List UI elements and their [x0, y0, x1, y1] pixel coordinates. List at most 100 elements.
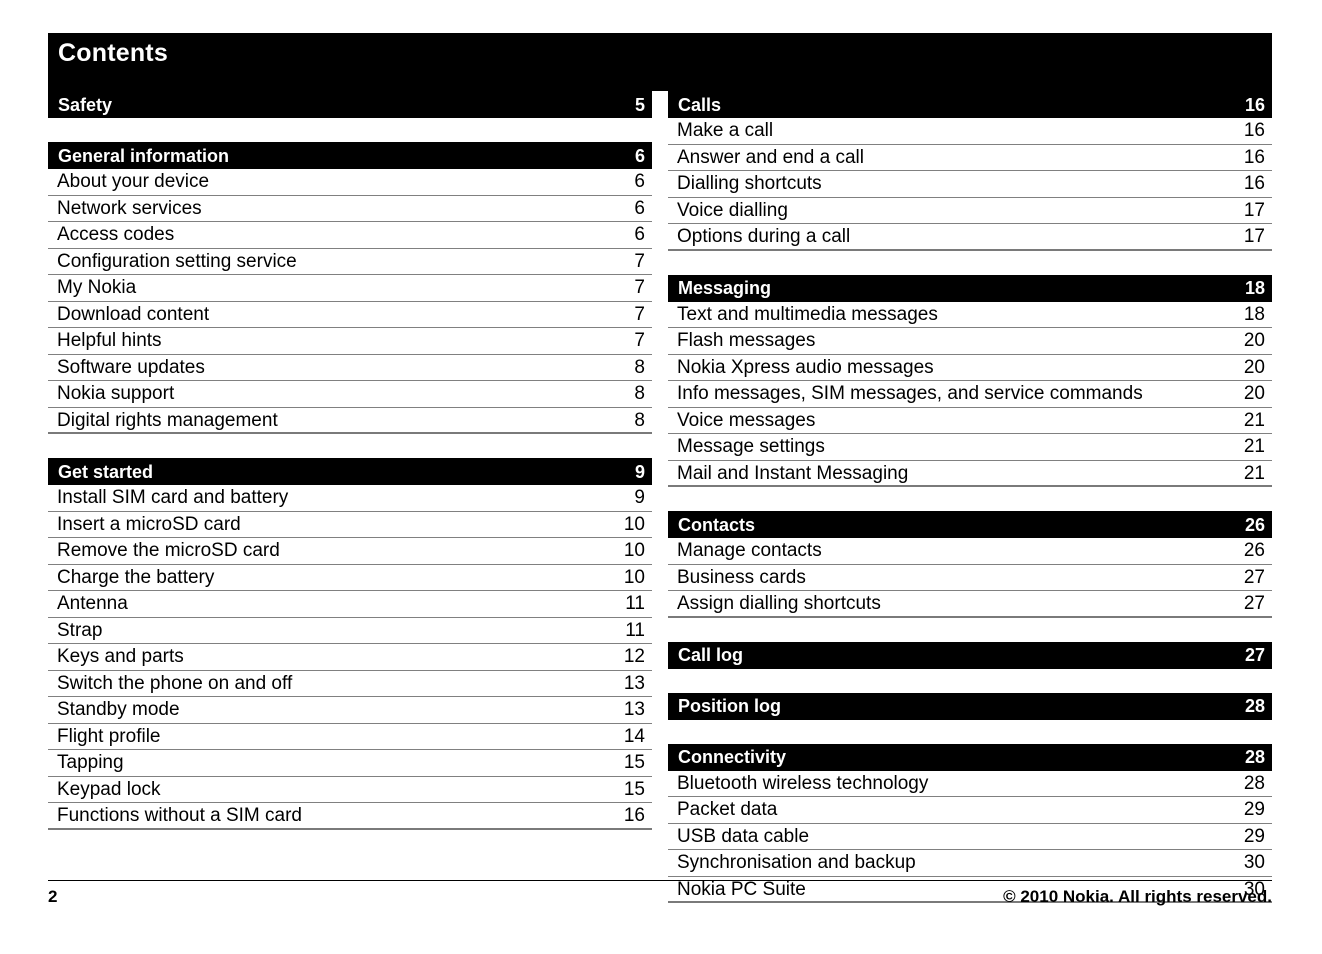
toc-entry-synchronisation-and-backup[interactable]: Synchronisation and backup 30 — [668, 850, 1272, 877]
toc-entry-page-number: 16 — [1243, 146, 1265, 168]
toc-entry-switch-the-phone-on-and-off[interactable]: Switch the phone on and off 13 — [48, 671, 652, 697]
toc-entry-label: Switch the phone on and off — [57, 672, 293, 694]
toc-entry-page-number: 29 — [1243, 825, 1265, 847]
toc-entry-page-number: 7 — [634, 330, 645, 351]
toc-entry-insert-a-microsd-card[interactable]: Insert a microSD card 10 — [48, 512, 652, 538]
toc-entry-access-codes[interactable]: Access codes 6 — [48, 222, 652, 249]
toc-entry-keypad-lock[interactable]: Keypad lock 15 — [48, 777, 652, 803]
section-header-page-number: 16 — [1244, 94, 1265, 115]
section-header-messaging[interactable]: Messaging 18 — [668, 274, 1272, 302]
toc-entry-label: Remove the microSD card — [57, 540, 280, 561]
toc-entry-packet-data[interactable]: Packet data 29 — [668, 797, 1272, 824]
toc-entry-page-number: 21 — [1243, 436, 1265, 457]
toc-entry-label: Business cards — [677, 566, 806, 588]
toc-entry-label: Text and multimedia messages — [677, 303, 938, 325]
toc-entry-manage-contacts[interactable]: Manage contacts 26 — [668, 538, 1272, 565]
toc-entry-business-cards[interactable]: Business cards 27 — [668, 565, 1272, 591]
toc-entry-nokia-support[interactable]: Nokia support 8 — [48, 381, 652, 408]
toc-entry-network-services[interactable]: Network services 6 — [48, 196, 652, 222]
toc-entry-label: Flash messages — [677, 330, 816, 351]
section-header-connectivity[interactable]: Connectivity 28 — [668, 743, 1272, 771]
toc-entry-label: Functions without a SIM card — [57, 805, 302, 826]
toc-entry-page-number: 12 — [623, 646, 645, 667]
section-header-contacts[interactable]: Contacts 26 — [668, 511, 1272, 538]
toc-entry-software-updates[interactable]: Software updates 8 — [48, 355, 652, 381]
toc-entry-functions-without-a-sim-card[interactable]: Functions without a SIM card 16 — [48, 803, 652, 830]
toc-entry-page-number: 6 — [634, 171, 645, 192]
toc-entry-keys-and-parts[interactable]: Keys and parts 12 — [48, 644, 652, 671]
toc-entry-install-sim-card-and-battery[interactable]: Install SIM card and battery 9 — [48, 485, 652, 512]
toc-entry-label: Flight profile — [57, 725, 161, 747]
toc-entry-label: Options during a call — [677, 226, 851, 247]
toc-entry-label: Standby mode — [57, 699, 180, 720]
toc-entry-label: Charge the battery — [57, 566, 215, 588]
toc-entry-label: Voice messages — [677, 409, 816, 431]
toc-entry-label: Configuration setting service — [57, 250, 297, 272]
toc-entry-label: My Nokia — [57, 277, 137, 298]
toc-entry-voice-dialling[interactable]: Voice dialling 17 — [668, 198, 1272, 224]
section-header-page-number: 28 — [1244, 747, 1265, 767]
toc-entry-label: Access codes — [57, 224, 175, 245]
toc-entry-page-number: 29 — [1243, 799, 1265, 820]
toc-entry-make-a-call[interactable]: Make a call 16 — [668, 118, 1272, 145]
toc-entry-my-nokia[interactable]: My Nokia 7 — [48, 275, 652, 302]
section-header-calls[interactable]: Calls 16 — [668, 91, 1272, 118]
toc-entry-download-content[interactable]: Download content 7 — [48, 302, 652, 328]
toc-entry-page-number: 10 — [623, 513, 645, 535]
section-header-label: Messaging — [678, 278, 772, 298]
toc-entry-voice-messages[interactable]: Voice messages 21 — [668, 408, 1272, 434]
toc-columns: Safety 5 General information 6 About your de… — [48, 91, 1272, 903]
toc-right-column: Calls 16 Make a call 16 Answer and end a cal… — [668, 91, 1272, 903]
toc-entry-answer-and-end-a-call[interactable]: Answer and end a call 16 — [668, 145, 1272, 171]
toc-entry-usb-data-cable[interactable]: USB data cable 29 — [668, 824, 1272, 850]
toc-entry-helpful-hints[interactable]: Helpful hints 7 — [48, 328, 652, 355]
toc-entry-charge-the-battery[interactable]: Charge the battery 10 — [48, 565, 652, 591]
toc-entry-assign-dialling-shortcuts[interactable]: Assign dialling shortcuts 27 — [668, 591, 1272, 618]
toc-entry-digital-rights-management[interactable]: Digital rights management 8 — [48, 408, 652, 434]
toc-entry-label: Download content — [57, 303, 210, 325]
toc-entry-mail-and-instant-messaging[interactable]: Mail and Instant Messaging 21 — [668, 461, 1272, 487]
section-header-page-number: 5 — [634, 94, 645, 115]
toc-entry-about-your-device[interactable]: About your device 6 — [48, 169, 652, 196]
toc-entry-nokia-xpress-audio-messages[interactable]: Nokia Xpress audio messages 20 — [668, 355, 1272, 381]
toc-entry-label: About your device — [57, 171, 210, 192]
section-header-label: Get started — [58, 461, 154, 482]
toc-entry-page-number: 17 — [1243, 199, 1265, 221]
toc-entry-remove-the-microsd-card[interactable]: Remove the microSD card 10 — [48, 538, 652, 565]
toc-entry-dialling-shortcuts[interactable]: Dialling shortcuts 16 — [668, 171, 1272, 198]
toc-entry-flash-messages[interactable]: Flash messages 20 — [668, 328, 1272, 355]
toc-entry-flight-profile[interactable]: Flight profile 14 — [48, 724, 652, 750]
section-header-label: Position log — [678, 696, 781, 716]
toc-section-calls: Calls 16 Make a call 16 Answer and end a cal… — [668, 91, 1272, 251]
toc-entry-page-number: 20 — [1243, 330, 1265, 351]
toc-entry-label: Packet data — [677, 799, 778, 820]
toc-entry-antenna[interactable]: Antenna 11 — [48, 591, 652, 618]
toc-entry-label: USB data cable — [677, 825, 810, 847]
toc-entry-page-number: 8 — [634, 409, 645, 431]
toc-left-column: Safety 5 General information 6 About your de… — [48, 91, 652, 830]
toc-entry-message-settings[interactable]: Message settings 21 — [668, 434, 1272, 461]
footer-copyright: © 2010 Nokia. All rights reserved. — [1003, 887, 1272, 906]
section-header-call-log[interactable]: Call log 27 — [668, 641, 1272, 669]
toc-entry-bluetooth-wireless-technology[interactable]: Bluetooth wireless technology 28 — [668, 771, 1272, 797]
toc-section-position-log: Position log 28 — [668, 692, 1272, 720]
toc-entry-info-messages-sim-messages-and-service-commands[interactable]: Info messages, SIM messages, and service… — [668, 381, 1272, 408]
toc-entry-text-and-multimedia-messages[interactable]: Text and multimedia messages 18 — [668, 302, 1272, 328]
section-header-safety[interactable]: Safety 5 — [48, 91, 652, 118]
toc-entry-strap[interactable]: Strap 11 — [48, 618, 652, 644]
section-header-general-information[interactable]: General information 6 — [48, 142, 652, 169]
toc-entry-tapping[interactable]: Tapping 15 — [48, 750, 652, 777]
toc-entry-options-during-a-call[interactable]: Options during a call 17 — [668, 224, 1272, 251]
section-header-label: General information — [58, 145, 230, 166]
toc-entry-label: Synchronisation and backup — [677, 852, 916, 873]
toc-entry-page-number: 11 — [625, 619, 645, 641]
toc-section-general-information: General information 6 About your device 6 Ne… — [48, 142, 652, 434]
section-header-get-started[interactable]: Get started 9 — [48, 458, 652, 485]
section-header-page-number: 6 — [634, 145, 645, 166]
toc-entry-configuration-setting-service[interactable]: Configuration setting service 7 — [48, 249, 652, 275]
section-header-position-log[interactable]: Position log 28 — [668, 692, 1272, 720]
toc-entry-page-number: 18 — [1243, 303, 1265, 325]
toc-section-contacts: Contacts 26 Manage contacts 26 Business card… — [668, 511, 1272, 618]
toc-entry-standby-mode[interactable]: Standby mode 13 — [48, 697, 652, 724]
toc-entry-page-number: 20 — [1243, 356, 1265, 378]
